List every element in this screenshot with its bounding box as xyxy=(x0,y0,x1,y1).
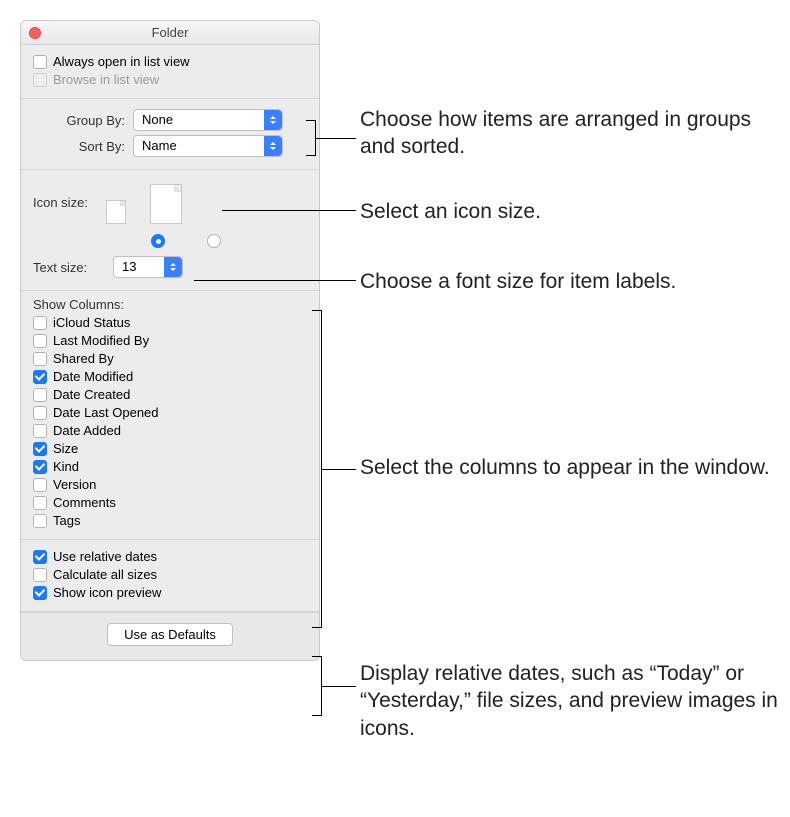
checkbox-icon xyxy=(33,370,47,384)
checkbox-icon xyxy=(33,316,47,330)
browse-checkbox: Browse in list view xyxy=(33,72,307,87)
group-by-value: None xyxy=(142,112,173,127)
column-checkbox[interactable]: Size xyxy=(33,441,307,456)
callout-line xyxy=(222,210,356,211)
column-label: Date Modified xyxy=(53,369,133,384)
checkbox-icon xyxy=(33,568,47,582)
callout-line xyxy=(194,280,356,281)
callout-line xyxy=(322,686,356,687)
icon-preview-checkbox[interactable]: Show icon preview xyxy=(33,585,307,600)
titlebar: Folder xyxy=(21,21,319,45)
column-label: Size xyxy=(53,441,78,456)
checkbox-icon xyxy=(33,496,47,510)
column-checkbox[interactable]: Shared By xyxy=(33,351,307,366)
column-label: Date Added xyxy=(53,423,121,438)
checkbox-icon xyxy=(33,586,47,600)
window-title: Folder xyxy=(152,25,189,40)
checkbox-icon xyxy=(33,424,47,438)
column-checkbox[interactable]: Date Modified xyxy=(33,369,307,384)
section-columns: Show Columns: iCloud Status Last Modified… xyxy=(21,291,319,540)
columns-list: iCloud Status Last Modified By Shared By Da… xyxy=(33,315,307,528)
checkbox-icon xyxy=(33,478,47,492)
column-label: Version xyxy=(53,477,96,492)
use-as-defaults-button[interactable]: Use as Defaults xyxy=(107,623,233,646)
checkbox-icon xyxy=(33,334,47,348)
column-checkbox[interactable]: Date Last Opened xyxy=(33,405,307,420)
file-icon xyxy=(106,200,126,224)
callout-line xyxy=(316,138,356,139)
callout-bottom: Display relative dates, such as “Today” … xyxy=(360,660,780,742)
footer: Use as Defaults xyxy=(21,612,319,660)
callout-arrange: Choose how items are arranged in groups … xyxy=(360,106,780,161)
always-open-label: Always open in list view xyxy=(53,54,190,69)
text-size-select[interactable]: 13 xyxy=(113,256,183,278)
column-label: Last Modified By xyxy=(53,333,149,348)
icon-size-label: Icon size: xyxy=(33,195,94,210)
section-icon-text: Icon size: Text size: 13 xyxy=(21,170,319,291)
column-label: Shared By xyxy=(53,351,114,366)
column-checkbox[interactable]: Kind xyxy=(33,459,307,474)
column-label: Kind xyxy=(53,459,79,474)
use-as-defaults-label: Use as Defaults xyxy=(124,627,216,642)
file-icon xyxy=(150,184,182,224)
calc-sizes-checkbox[interactable]: Calculate all sizes xyxy=(33,567,307,582)
calc-sizes-label: Calculate all sizes xyxy=(53,567,157,582)
sort-by-value: Name xyxy=(142,138,177,153)
chevron-updown-icon xyxy=(264,110,282,130)
group-by-label: Group By: xyxy=(33,113,133,128)
checkbox-icon xyxy=(33,55,47,69)
callout-columns: Select the columns to appear in the wind… xyxy=(360,454,780,481)
close-icon[interactable] xyxy=(29,27,41,39)
checkbox-icon xyxy=(33,460,47,474)
callout-line xyxy=(322,469,356,470)
column-label: Tags xyxy=(53,513,80,528)
column-checkbox[interactable]: Last Modified By xyxy=(33,333,307,348)
view-options-panel: Folder Always open in list view Browse i… xyxy=(20,20,320,661)
section-bottom-options: Use relative dates Calculate all sizes S… xyxy=(21,540,319,612)
checkbox-icon xyxy=(33,388,47,402)
checkbox-icon xyxy=(33,73,47,87)
text-size-label: Text size: xyxy=(33,260,113,275)
chevron-updown-icon xyxy=(164,257,182,277)
icon-size-small-radio[interactable] xyxy=(151,234,165,248)
callout-bracket xyxy=(312,656,322,716)
column-checkbox[interactable]: iCloud Status xyxy=(33,315,307,330)
column-label: iCloud Status xyxy=(53,315,130,330)
column-label: Date Created xyxy=(53,387,130,402)
section-arrange: Group By: None Sort By: Name xyxy=(21,99,319,170)
column-checkbox[interactable]: Date Created xyxy=(33,387,307,402)
icon-preview-label: Show icon preview xyxy=(53,585,161,600)
column-label: Comments xyxy=(53,495,116,510)
show-columns-label: Show Columns: xyxy=(33,297,307,312)
sort-by-select[interactable]: Name xyxy=(133,135,283,157)
relative-dates-checkbox[interactable]: Use relative dates xyxy=(33,549,307,564)
callout-text: Choose a font size for item labels. xyxy=(360,268,780,295)
column-checkbox[interactable]: Comments xyxy=(33,495,307,510)
relative-dates-label: Use relative dates xyxy=(53,549,157,564)
column-checkbox[interactable]: Version xyxy=(33,477,307,492)
text-size-value: 13 xyxy=(122,259,136,274)
checkbox-icon xyxy=(33,406,47,420)
group-by-select[interactable]: None xyxy=(133,109,283,131)
section-open-mode: Always open in list view Browse in list … xyxy=(21,45,319,99)
checkbox-icon xyxy=(33,352,47,366)
column-checkbox[interactable]: Tags xyxy=(33,513,307,528)
always-open-checkbox[interactable]: Always open in list view xyxy=(33,54,307,69)
icon-size-options xyxy=(94,180,182,224)
browse-label: Browse in list view xyxy=(53,72,159,87)
column-checkbox[interactable]: Date Added xyxy=(33,423,307,438)
callout-bracket xyxy=(306,120,316,156)
checkbox-icon xyxy=(33,442,47,456)
sort-by-label: Sort By: xyxy=(33,139,133,154)
checkbox-icon xyxy=(33,514,47,528)
callout-bracket xyxy=(312,310,322,628)
column-label: Date Last Opened xyxy=(53,405,159,420)
icon-size-large-radio[interactable] xyxy=(207,234,221,248)
callout-icon: Select an icon size. xyxy=(360,198,780,225)
chevron-updown-icon xyxy=(264,136,282,156)
checkbox-icon xyxy=(33,550,47,564)
callouts: Choose how items are arranged in groups … xyxy=(320,20,770,661)
